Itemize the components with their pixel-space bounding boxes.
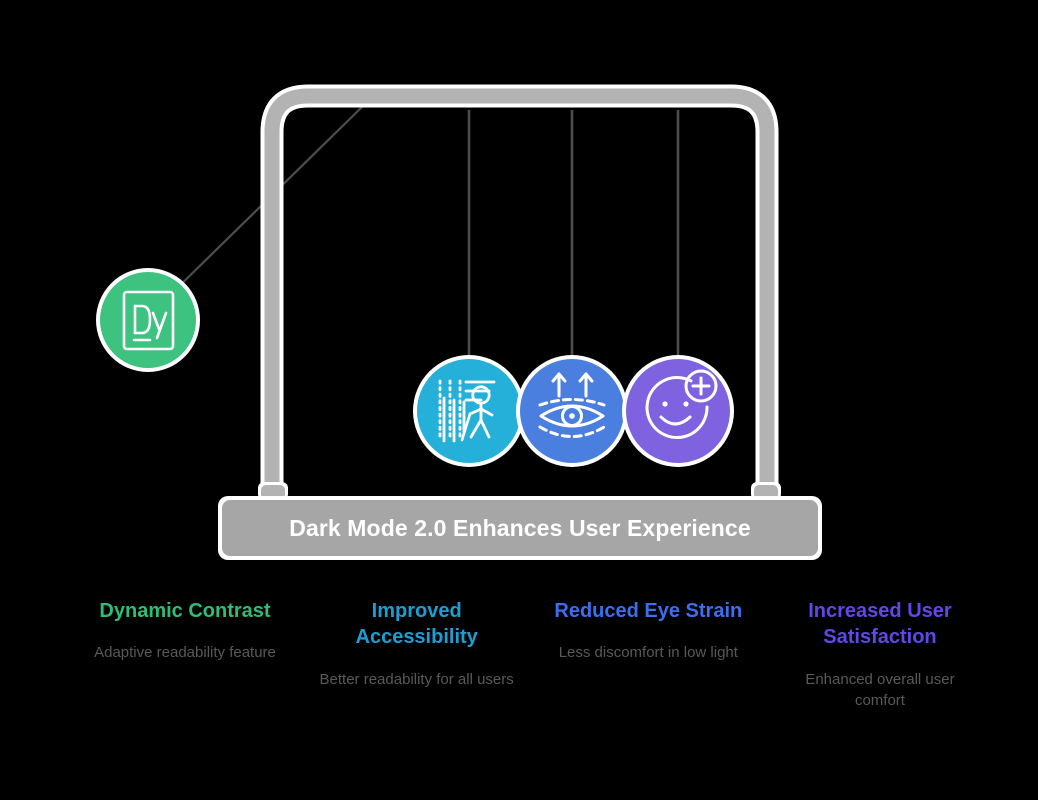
infographic-canvas: Dark Mode 2.0 Enhances User Experience D… bbox=[0, 0, 1038, 800]
legend-item-reduced-eye-strain: Reduced Eye Strain Less discomfort in lo… bbox=[543, 598, 753, 664]
legend-item-dynamic-contrast: Dynamic Contrast Adaptive readability fe… bbox=[80, 598, 290, 664]
legend-desc-dynamic-contrast: Adaptive readability feature bbox=[94, 644, 276, 662]
ball-reduced-eye-strain[interactable] bbox=[516, 355, 628, 467]
ball-increased-user-satisfaction[interactable] bbox=[622, 355, 734, 467]
ball-dynamic-contrast[interactable] bbox=[96, 268, 200, 372]
legend-title-increased-user-satisfaction: Increased User Satisfaction bbox=[808, 600, 952, 649]
legend-title-dynamic-contrast: Dynamic Contrast bbox=[99, 600, 271, 622]
legend-item-increased-user-satisfaction: Increased User Satisfaction Enhanced ove… bbox=[775, 598, 985, 711]
title-plate bbox=[218, 496, 822, 560]
legend-desc-reduced-eye-strain: Less discomfort in low light bbox=[558, 644, 738, 662]
legend-row: Dynamic Contrast Adaptive readability fe… bbox=[80, 598, 985, 711]
legend-title-reduced-eye-strain: Reduced Eye Strain bbox=[554, 600, 743, 622]
legend-desc-increased-user-satisfaction: Enhanced overall user comfort bbox=[805, 670, 955, 710]
legend-desc-improved-accessibility: Better readability for all users bbox=[319, 670, 514, 688]
legend-title-improved-accessibility: Improved Accessibility bbox=[355, 600, 478, 649]
legend-item-improved-accessibility: Improved Accessibility Better readabilit… bbox=[312, 598, 522, 690]
ball-improved-accessibility[interactable] bbox=[413, 355, 525, 467]
ball-strings-group bbox=[164, 106, 680, 372]
